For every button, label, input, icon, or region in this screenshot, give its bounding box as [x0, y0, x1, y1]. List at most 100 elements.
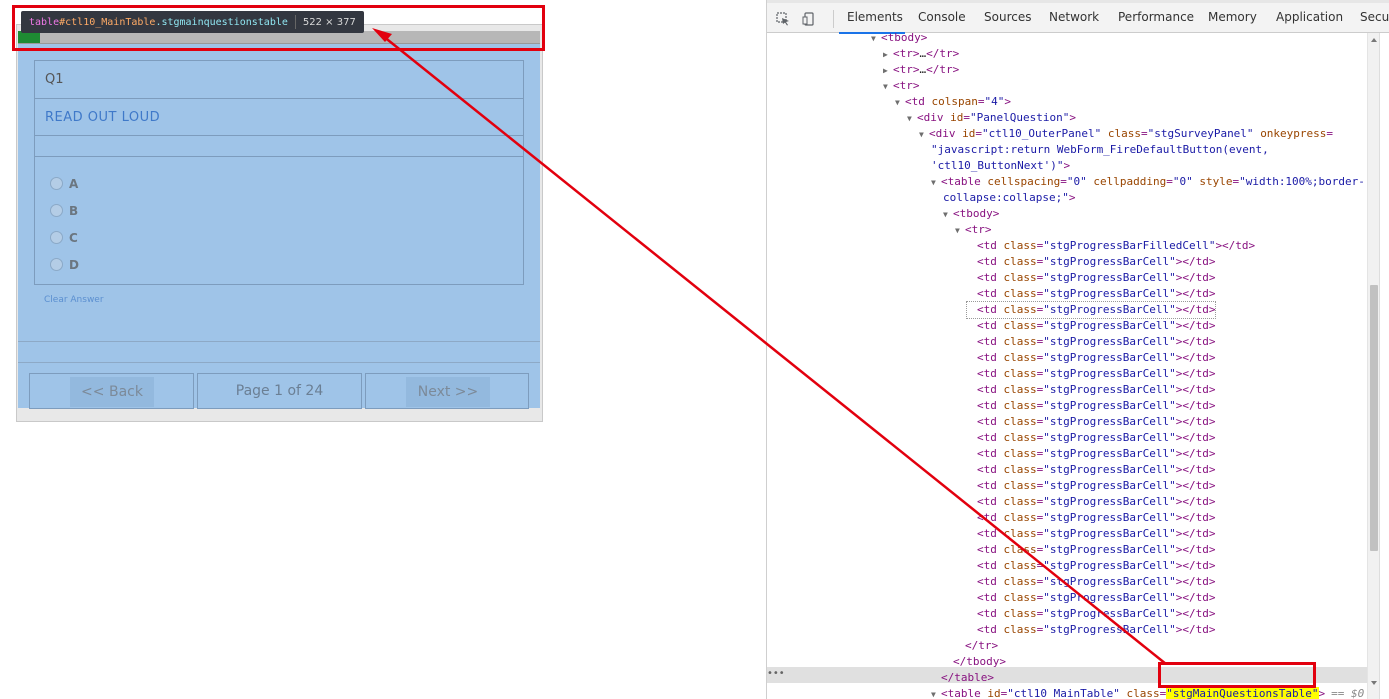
dom-line[interactable]: <td class="stgProgressBarCell"></td>	[967, 446, 1215, 462]
dom-token-attr: class	[1003, 479, 1037, 492]
collapse-arrow-icon[interactable]: ▼	[895, 95, 905, 111]
dom-line[interactable]: </table>	[931, 670, 994, 686]
radio-icon[interactable]	[50, 204, 63, 217]
dom-line[interactable]: <td class="stgProgressBarCell"></td>	[967, 366, 1215, 382]
dom-token-tag: ></td>	[1175, 575, 1216, 588]
collapse-arrow-icon[interactable]: ▼	[871, 33, 881, 47]
option-label: B	[69, 203, 79, 218]
dom-token-val: "stgProgressBarCell"	[1043, 367, 1176, 380]
clear-answer-link[interactable]: Clear Answer	[44, 295, 104, 305]
dom-line[interactable]: <td class="stgProgressBarCell"></td>	[967, 334, 1215, 350]
dom-line[interactable]: <td class="stgProgressBarFilledCell"></t…	[967, 238, 1255, 254]
dom-token-tag: <td	[977, 607, 1004, 620]
selected-node-marker[interactable]: •••	[767, 667, 785, 681]
dom-token-attr: class	[1003, 607, 1037, 620]
collapse-arrow-icon[interactable]: ▼	[883, 79, 893, 95]
dom-token-tag: <td	[977, 431, 1004, 444]
radio-icon[interactable]	[50, 231, 63, 244]
dom-line[interactable]: <td class="stgProgressBarCell"></td>	[967, 462, 1215, 478]
dom-line[interactable]: ▼ <table cellspacing="0" cellpadding="0" …	[931, 174, 1365, 190]
collapse-arrow-icon[interactable]: ▼	[919, 127, 929, 143]
tab-application[interactable]: Application	[1276, 10, 1343, 24]
dom-line[interactable]: <td class="stgProgressBarCell"></td>	[967, 606, 1215, 622]
dom-token-tag: ></td>	[1175, 383, 1216, 396]
expand-arrow-icon[interactable]: ▶	[883, 47, 893, 63]
option-d[interactable]: D	[50, 254, 79, 272]
dom-line[interactable]: <td class="stgProgressBarCell"></td>	[967, 382, 1215, 398]
collapse-arrow-icon[interactable]: ▼	[955, 223, 965, 239]
tab-security[interactable]: Secur	[1360, 10, 1389, 24]
dom-line[interactable]: ▼ <tr>	[955, 222, 992, 238]
tab-console[interactable]: Console	[918, 10, 966, 24]
tab-sources[interactable]: Sources	[984, 10, 1031, 24]
dom-token-tag: </tr>	[965, 639, 999, 652]
dom-line[interactable]: <td class="stgProgressBarCell"></td>	[967, 254, 1215, 270]
page-indicator: Page 1 of 24	[235, 383, 324, 399]
dom-token-attr: class	[1003, 543, 1037, 556]
dom-token-hlval: "stgMainQuestionsTable"	[1166, 687, 1319, 699]
dom-line[interactable]: <td class="stgProgressBarCell"></td>	[967, 494, 1215, 510]
dom-token-val: "stgProgressBarCell"	[1043, 479, 1176, 492]
dom-line[interactable]: <td class="stgProgressBarCell"></td>	[967, 526, 1215, 542]
collapse-arrow-icon[interactable]: ▼	[943, 207, 953, 223]
question-spacer-row	[35, 136, 523, 157]
radio-icon[interactable]	[50, 177, 63, 190]
scrollbar-thumb[interactable]	[1370, 285, 1378, 551]
inspect-element-icon[interactable]	[776, 12, 790, 26]
dom-token-val: "stgProgressBarCell"	[1043, 447, 1176, 460]
dom-line[interactable]: </tbody>	[943, 654, 1006, 670]
dom-token-tag: <td	[977, 559, 1004, 572]
dom-line[interactable]: ▼ <tr>	[883, 78, 920, 94]
dom-token-tag: <td	[977, 591, 1004, 604]
dom-line[interactable]: ▶ <tr>…</tr>	[883, 46, 959, 62]
scroll-up-icon[interactable]	[1371, 38, 1377, 42]
dom-line[interactable]: <td class="stgProgressBarCell"></td>	[967, 318, 1215, 334]
collapse-arrow-icon[interactable]: ▼	[931, 175, 941, 191]
dom-line[interactable]: <td class="stgProgressBarCell"></td>	[967, 510, 1215, 526]
radio-icon[interactable]	[50, 258, 63, 271]
dom-token-tag: <td	[977, 399, 1004, 412]
option-b[interactable]: B	[50, 200, 79, 218]
dom-line[interactable]: <td class="stgProgressBarCell"></td>	[965, 301, 1217, 319]
dom-line[interactable]: <td class="stgProgressBarCell"></td>	[967, 590, 1215, 606]
tab-memory[interactable]: Memory	[1208, 10, 1257, 24]
dom-line[interactable]: <td class="stgProgressBarCell"></td>	[967, 398, 1215, 414]
device-toolbar-icon[interactable]	[802, 12, 816, 26]
dom-line[interactable]: collapse:collapse;">	[933, 190, 1075, 206]
dom-line[interactable]: <td class="stgProgressBarCell"></td>	[967, 430, 1215, 446]
collapse-arrow-icon[interactable]: ▼	[907, 111, 917, 127]
dom-line[interactable]: ▼ <div id="PanelQuestion">	[907, 110, 1076, 126]
option-c[interactable]: C	[50, 227, 78, 245]
scroll-down-icon[interactable]	[1371, 681, 1377, 685]
dom-line[interactable]: "javascript:return WebForm_FireDefaultBu…	[921, 142, 1269, 158]
dom-line[interactable]: <td class="stgProgressBarCell"></td>	[967, 478, 1215, 494]
tab-network[interactable]: Network	[1049, 10, 1099, 24]
dom-token-val: "stgProgressBarCell"	[1043, 591, 1176, 604]
dom-line[interactable]: ▼ <tbody>	[943, 206, 999, 222]
dom-line[interactable]: ▼ <td colspan="4">	[895, 94, 1011, 110]
dom-line[interactable]: <td class="stgProgressBarCell"></td>	[967, 286, 1215, 302]
option-a[interactable]: A	[50, 173, 78, 191]
dom-token-tag: >	[1068, 191, 1076, 204]
dom-line[interactable]: <td class="stgProgressBarCell"></td>	[967, 542, 1215, 558]
dom-token-tag: <tr>	[893, 79, 920, 92]
tab-elements[interactable]: Elements	[847, 10, 903, 24]
dom-line[interactable]: </tr>	[955, 638, 998, 654]
expand-arrow-icon[interactable]: ▶	[883, 63, 893, 79]
dom-line[interactable]: ▼ <tbody>	[871, 33, 927, 46]
dom-line[interactable]: 'ctl10_ButtonNext')">	[921, 158, 1070, 174]
dom-line[interactable]: <td class="stgProgressBarCell"></td>	[967, 558, 1215, 574]
dom-line[interactable]: <td class="stgProgressBarCell"></td>	[967, 574, 1215, 590]
dom-token-val: "stgProgressBarCell"	[1043, 543, 1176, 556]
back-button[interactable]: << Back	[70, 377, 154, 407]
dom-line[interactable]: <td class="stgProgressBarCell"></td>	[967, 270, 1215, 286]
next-button[interactable]: Next >>	[406, 377, 490, 407]
dom-line[interactable]: <td class="stgProgressBarCell"></td>	[967, 622, 1215, 638]
dom-token-attr: class	[1003, 319, 1037, 332]
collapse-arrow-icon[interactable]: ▼	[931, 687, 941, 699]
dom-line[interactable]: ▶ <tr>…</tr>	[883, 62, 959, 78]
dom-line[interactable]: ▼ <div id="ctl10_OuterPanel" class="stgSu…	[919, 126, 1333, 142]
dom-line[interactable]: <td class="stgProgressBarCell"></td>	[967, 414, 1215, 430]
tab-performance[interactable]: Performance	[1118, 10, 1194, 24]
dom-line[interactable]: <td class="stgProgressBarCell"></td>	[967, 350, 1215, 366]
